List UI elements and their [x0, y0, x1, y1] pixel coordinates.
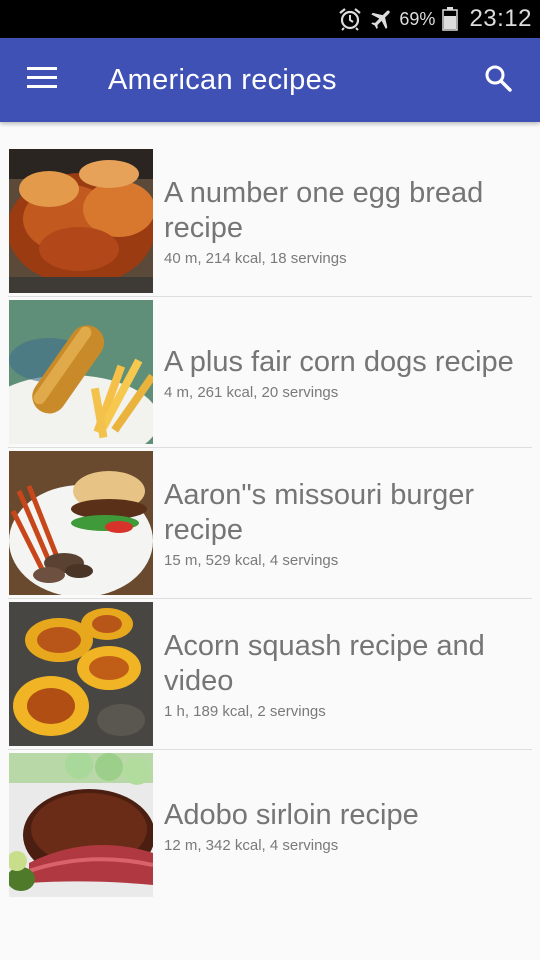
- recipe-meta: 40 m, 214 kcal, 18 servings: [164, 250, 347, 267]
- recipe-title: Acorn squash recipe and video: [164, 630, 485, 697]
- recipe-list-item[interactable]: Acorn squash recipe and video 1 h, 189 k…: [0, 599, 540, 750]
- recipe-text: A number one egg bread recipe 40 m, 214 …: [164, 146, 530, 297]
- search-icon: [484, 64, 512, 97]
- recipe-text: A plus fair corn dogs recipe 4 m, 261 kc…: [164, 297, 530, 448]
- acorn-squash-photo: [9, 602, 153, 746]
- burger-photo: [9, 451, 153, 595]
- battery-icon: [441, 6, 459, 32]
- recipe-text: Adobo sirloin recipe 12 m, 342 kcal, 4 s…: [164, 750, 530, 901]
- egg-bread-photo: [9, 149, 153, 293]
- recipe-meta: 1 h, 189 kcal, 2 servings: [164, 703, 326, 720]
- recipe-list: A number one egg bread recipe 40 m, 214 …: [0, 146, 540, 901]
- recipe-title: A number one egg bread recipe: [164, 177, 484, 244]
- battery-percent: 69%: [399, 8, 436, 29]
- recipe-title: Aaron"s missouri burger recipe: [164, 479, 475, 546]
- recipe-list-item[interactable]: Adobo sirloin recipe 12 m, 342 kcal, 4 s…: [0, 750, 540, 901]
- sirloin-photo: [9, 753, 153, 897]
- recipe-list-item[interactable]: Aaron"s missouri burger recipe 15 m, 529…: [0, 448, 540, 599]
- status-icons: 69% 23:12: [337, 0, 532, 38]
- recipe-list-item[interactable]: A plus fair corn dogs recipe 4 m, 261 kc…: [0, 297, 540, 448]
- recipe-meta: 12 m, 342 kcal, 4 servings: [164, 836, 339, 854]
- alarm-clock-icon: [337, 6, 363, 32]
- recipe-meta: 4 m, 261 kcal, 20 servings: [164, 383, 339, 401]
- corn-dog-photo: [9, 300, 153, 444]
- app-title: American recipes: [108, 64, 337, 96]
- status-bar: 69% 23:12: [0, 0, 540, 38]
- recipe-meta: 15 m, 529 kcal, 4 servings: [164, 552, 339, 569]
- search-button[interactable]: [470, 52, 526, 108]
- menu-icon: [27, 66, 57, 94]
- recipe-text: Acorn squash recipe and video 1 h, 189 k…: [164, 599, 530, 750]
- recipe-title: A plus fair corn dogs recipe: [164, 345, 514, 378]
- recipe-text: Aaron"s missouri burger recipe 15 m, 529…: [164, 448, 530, 599]
- recipe-list-item[interactable]: A number one egg bread recipe 40 m, 214 …: [0, 146, 540, 297]
- airplane-mode-icon: [369, 6, 395, 32]
- app-bar: American recipes: [0, 38, 540, 122]
- recipe-title: Adobo sirloin recipe: [164, 798, 419, 831]
- clock: 23:12: [469, 5, 532, 32]
- menu-button[interactable]: [14, 52, 70, 108]
